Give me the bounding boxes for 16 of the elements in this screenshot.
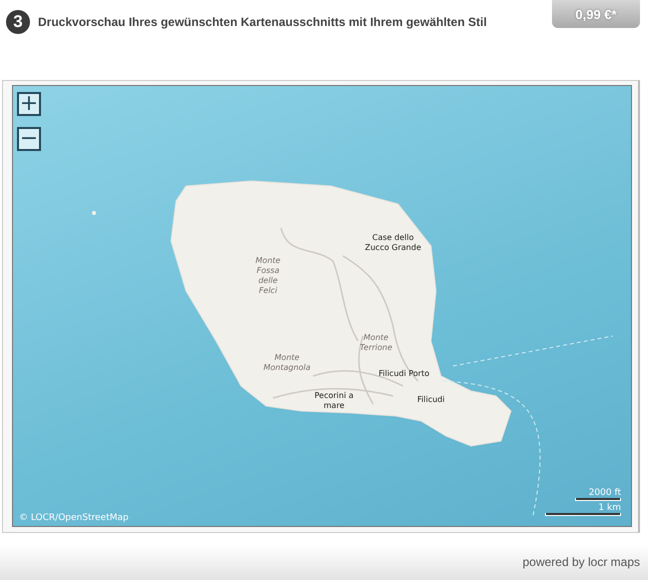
peak-label: Monte Terrione (360, 333, 392, 353)
scale-label: 2000 ft (588, 488, 621, 498)
place-label: Filicudi (417, 395, 445, 405)
section-title: Druckvorschau Ihres gewünschten Kartenausschnitts mit Ihrem gewählten Stil (38, 15, 488, 29)
map-view[interactable]: + − Case dello Zucco Grande Monte Fossa delle Felci Monte Terrione Monte Montagnola Filicudi Porto Pecorini a mare Filicudi © LOCR/OpenStreetMap 2000 ft 1 km (12, 85, 632, 527)
place-label: Case dello Zucco Grande (364, 233, 422, 253)
scale-label: 1 km (598, 503, 621, 513)
zoom-in-button[interactable]: + (17, 92, 41, 116)
footer-credit: powered by locr maps (522, 555, 640, 569)
peak-label: Monte Montagnola (263, 353, 311, 373)
zoom-out-button[interactable]: − (17, 127, 41, 151)
place-label: Filicudi Porto (378, 369, 430, 379)
map-attribution: © LOCR/OpenStreetMap (19, 513, 129, 523)
step-number: 3 (6, 10, 30, 34)
place-label: Pecorini a mare (314, 391, 354, 411)
peak-label: Monte Fossa delle Felci (256, 256, 280, 296)
